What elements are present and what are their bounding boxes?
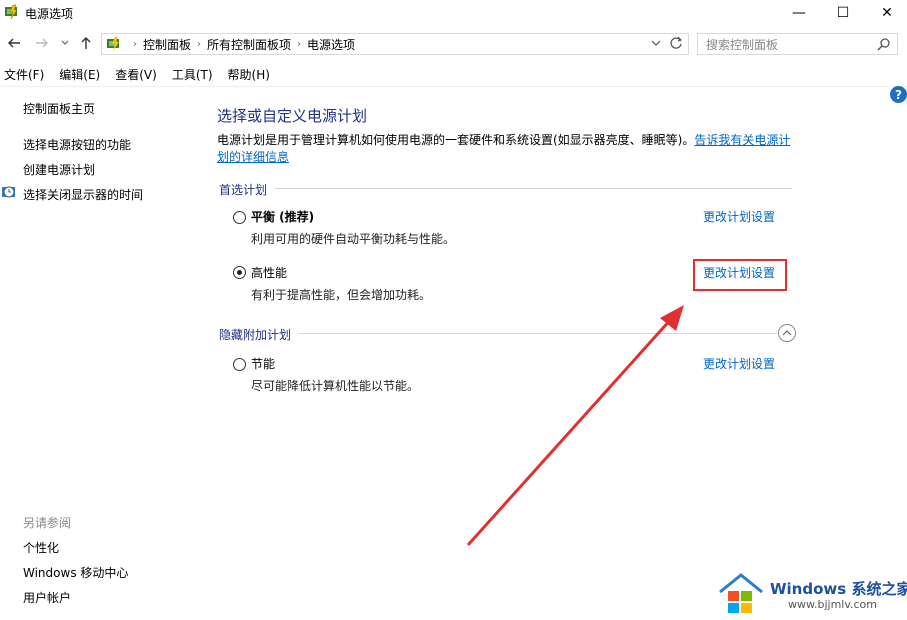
- plan-power-saver-description: 尽可能降低计算机性能以节能。: [251, 379, 420, 393]
- search-placeholder: 搜索控制面板: [706, 37, 779, 52]
- plan-balanced-description: 利用可用的硬件自动平衡功耗与性能。: [251, 232, 456, 246]
- menu-view[interactable]: 查看(V): [115, 66, 157, 83]
- annotation-highlight-box: [693, 259, 787, 291]
- breadcrumb-separator-icon: ›: [133, 38, 137, 50]
- plan-power-saver-radio[interactable]: [233, 358, 246, 371]
- page-description: 电源计划是用于管理计算机如何使用电源的一套硬件和系统设置(如显示器亮度、睡眠等)…: [217, 133, 791, 164]
- up-arrow-icon[interactable]: [76, 33, 96, 53]
- see-also-mobility-center[interactable]: Windows 移动中心: [23, 564, 128, 581]
- menu-edit[interactable]: 编辑(E): [59, 66, 100, 83]
- preferred-plans-divider: [275, 188, 792, 189]
- watermark-logo-icon: [719, 573, 763, 613]
- title-bar: 电源选项 — ☐ ✕: [0, 0, 907, 28]
- address-field[interactable]: › 控制面板 › 所有控制面板项 › 电源选项: [101, 33, 689, 55]
- control-panel-icon: [107, 37, 119, 51]
- watermark-url: www.bjjmlv.com: [788, 598, 877, 611]
- plan-high-performance-description: 有利于提高性能，但会增加功耗。: [251, 288, 432, 302]
- plan-balanced-name: 平衡 (推荐): [251, 210, 315, 224]
- see-also-personalization[interactable]: 个性化: [23, 539, 59, 556]
- hidden-plans-divider: [299, 333, 777, 334]
- hidden-plans-label: 隐藏附加计划: [219, 328, 292, 342]
- plan-balanced-change-link[interactable]: 更改计划设置: [703, 208, 775, 225]
- plan-high-performance-radio[interactable]: [233, 266, 246, 279]
- menu-tools[interactable]: 工具(T): [172, 66, 213, 83]
- breadcrumb-separator-icon: ›: [297, 38, 302, 50]
- collapse-chevron-icon[interactable]: [778, 324, 796, 342]
- plan-power-saver-name: 节能: [251, 357, 276, 371]
- plan-balanced-radio[interactable]: [233, 211, 246, 224]
- window-title: 电源选项: [25, 7, 74, 21]
- maximize-button[interactable]: ☐: [820, 0, 866, 26]
- main-content: 选择或自定义电源计划 电源计划是用于管理计算机如何使用电源的一套硬件和系统设置(…: [217, 86, 907, 620]
- search-icon[interactable]: [877, 37, 891, 51]
- see-also-title: 另请参阅: [23, 516, 72, 530]
- breadcrumb-all-items[interactable]: 所有控制面板项: [207, 36, 291, 53]
- see-also-user-accounts[interactable]: 用户帐户: [23, 589, 71, 606]
- forward-arrow-icon[interactable]: [32, 33, 52, 53]
- sidebar: 控制面板主页 选择电源按钮的功能 创建电源计划 选择关闭显示器的时间 另请参阅 …: [0, 86, 200, 620]
- watermark-brand: Windows 系统之家: [770, 580, 907, 598]
- sidebar-control-panel-home[interactable]: 控制面板主页: [23, 100, 95, 117]
- sidebar-power-button-function[interactable]: 选择电源按钮的功能: [23, 136, 131, 153]
- breadcrumb-control-panel[interactable]: 控制面板: [143, 36, 191, 53]
- minimize-button[interactable]: —: [776, 0, 822, 26]
- menu-bar: 文件(F) 编辑(E) 查看(V) 工具(T) 帮助(H): [0, 64, 907, 84]
- watermark: Windows 系统之家 www.bjjmlv.com: [716, 572, 907, 618]
- back-arrow-icon[interactable]: [4, 33, 24, 53]
- close-button[interactable]: ✕: [864, 0, 907, 26]
- address-dropdown-chevron-icon[interactable]: [646, 33, 666, 53]
- address-bar-row: › 控制面板 › 所有控制面板项 › 电源选项 搜索控制面板: [0, 30, 907, 58]
- preferred-plans-label: 首选计划: [219, 183, 268, 197]
- breadcrumb-separator-icon: ›: [197, 38, 202, 50]
- search-input[interactable]: 搜索控制面板: [697, 33, 898, 55]
- sidebar-create-power-plan[interactable]: 创建电源计划: [23, 161, 95, 178]
- breadcrumb-power-options[interactable]: 电源选项: [307, 36, 355, 53]
- menu-file[interactable]: 文件(F): [4, 66, 44, 83]
- page-title: 选择或自定义电源计划: [217, 107, 368, 125]
- display-timer-icon: [2, 186, 15, 198]
- recent-pages-chevron-icon[interactable]: [58, 33, 72, 53]
- power-options-icon: [5, 4, 18, 20]
- plan-power-saver-change-link[interactable]: 更改计划设置: [703, 355, 775, 372]
- plan-high-performance-name: 高性能: [251, 266, 288, 280]
- sidebar-display-off-time[interactable]: 选择关闭显示器的时间: [23, 186, 143, 203]
- menu-help[interactable]: 帮助(H): [228, 66, 270, 83]
- refresh-icon[interactable]: [666, 33, 686, 53]
